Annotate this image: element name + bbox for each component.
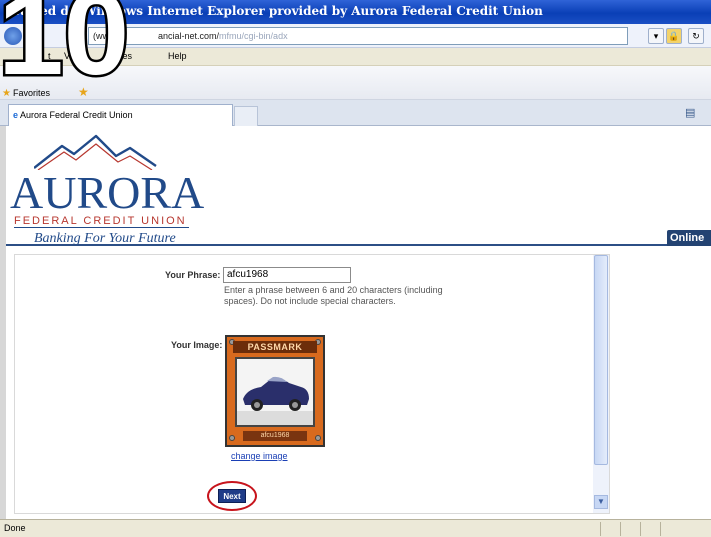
tab-aurora[interactable]: e Aurora Federal Credit Union <box>8 104 233 126</box>
setup-panel: Your Phrase: afcu1968 Enter a phrase bet… <box>14 254 610 514</box>
status-divider <box>600 522 601 536</box>
scroll-down-icon[interactable]: ▼ <box>594 495 608 509</box>
rivet-icon <box>229 435 235 441</box>
favorites-label: Favorites <box>12 88 50 98</box>
rivet-icon <box>315 435 321 441</box>
page-viewport: AURORA FEDERAL CREDIT UNION Banking For … <box>0 126 711 519</box>
tab-label: Aurora Federal Credit Union <box>20 110 133 120</box>
car-icon <box>237 359 313 425</box>
star-icon: ★ <box>2 88 11 99</box>
status-text: Done <box>4 523 26 533</box>
status-divider <box>660 522 661 536</box>
brand-subtitle: FEDERAL CREDIT UNION <box>14 215 187 227</box>
mountain-logo-icon <box>34 134 157 170</box>
car-photo <box>235 357 315 427</box>
passmark-title: PASSMARK <box>233 341 317 353</box>
menu-item-help[interactable]: Help <box>168 51 187 61</box>
ie-icon: e <box>13 110 19 120</box>
status-bar: Done <box>0 519 711 537</box>
next-button[interactable]: Next <box>218 489 246 503</box>
new-tab-button[interactable] <box>234 106 258 126</box>
site-header: AURORA FEDERAL CREDIT UNION Banking For … <box>6 126 711 246</box>
passmark-caption: afcu1968 <box>243 431 307 441</box>
add-favorite-icon[interactable]: ★ <box>78 85 89 99</box>
change-image-link[interactable]: change image <box>231 451 288 461</box>
url-rest: mfmu/cgi-bin/adx <box>219 31 288 41</box>
step-number: 10 <box>0 0 129 84</box>
vertical-scrollbar[interactable]: ▼ <box>593 255 609 513</box>
logo-divider <box>14 227 189 228</box>
step-number-overlay: 10 <box>0 0 132 84</box>
favorites-button[interactable]: ★ Favorites <box>2 88 50 99</box>
brand-name: AURORA <box>10 167 205 218</box>
image-label: Your Image: <box>171 340 223 350</box>
tab-row: e Aurora Federal Credit Union ▤ <box>0 100 711 126</box>
phrase-hint: Enter a phrase between 6 and 20 characte… <box>224 285 443 306</box>
page-icon[interactable]: ▤ <box>685 106 695 119</box>
phrase-input[interactable]: afcu1968 <box>223 267 351 283</box>
phrase-label: Your Phrase: <box>165 270 221 280</box>
status-divider <box>640 522 641 536</box>
passmark-image: PASSMARK afcu1968 <box>225 335 325 447</box>
status-divider <box>620 522 621 536</box>
refresh-icon[interactable]: ↻ <box>688 28 704 44</box>
dropdown-icon[interactable]: ▾ <box>648 28 664 44</box>
scroll-thumb[interactable] <box>594 255 608 465</box>
header-rule <box>6 244 711 246</box>
online-banking-tab[interactable]: Online <box>667 230 711 246</box>
lock-icon[interactable]: 🔒 <box>666 28 682 44</box>
